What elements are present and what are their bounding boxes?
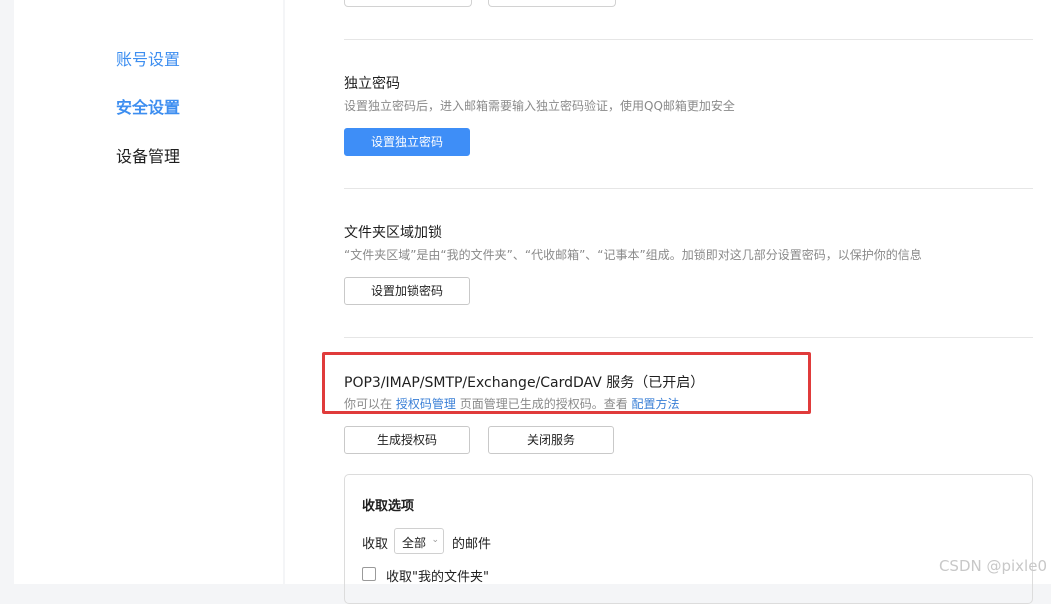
services-desc-prefix: 你可以在 bbox=[344, 397, 393, 411]
set-lock-password-button[interactable]: 设置加锁密码 bbox=[344, 277, 470, 305]
chevron-down-icon: ⌄ bbox=[431, 535, 439, 545]
services-desc-middle: 页面管理已生成的授权码。查看 bbox=[459, 397, 628, 411]
folder-lock-title: 文件夹区域加锁 bbox=[344, 225, 442, 241]
fetch-prefix: 收取 bbox=[362, 537, 389, 552]
auth-code-management-link[interactable]: 授权码管理 bbox=[396, 397, 456, 411]
set-independent-password-button[interactable]: 设置独立密码 bbox=[344, 128, 470, 156]
fetch-my-folders-checkbox[interactable] bbox=[362, 567, 376, 581]
sidebar-item-account-settings[interactable]: 账号设置 bbox=[116, 46, 180, 70]
fetch-options-panel: 收取选项 收取 全部 ⌄ 的邮件 收取"我的文件夹" bbox=[344, 474, 1033, 604]
fetch-range-value: 全部 bbox=[402, 536, 427, 550]
services-title: POP3/IMAP/SMTP/Exchange/CardDAV 服务（已开启） bbox=[344, 375, 705, 391]
divider bbox=[344, 188, 1033, 189]
main-content: 独立密码 设置独立密码后，进入邮箱需要输入独立密码验证，使用QQ邮箱更加安全 设… bbox=[285, 0, 1051, 604]
fetch-suffix: 的邮件 bbox=[452, 537, 492, 552]
fetch-my-folders-label: 收取"我的文件夹" bbox=[386, 570, 489, 585]
watermark: CSDN @pixle0 bbox=[938, 557, 1047, 575]
close-service-button[interactable]: 关闭服务 bbox=[488, 426, 614, 454]
sidebar-item-device-management[interactable]: 设备管理 bbox=[116, 143, 180, 167]
fetch-options-title: 收取选项 bbox=[362, 499, 415, 514]
divider bbox=[344, 337, 1033, 338]
sidebar: 账号设置 安全设置 设备管理 bbox=[14, 0, 283, 584]
services-description: 你可以在 授权码管理 页面管理已生成的授权码。查看 配置方法 bbox=[344, 395, 680, 412]
generate-auth-code-button[interactable]: 生成授权码 bbox=[344, 426, 470, 454]
independent-password-description: 设置独立密码后，进入邮箱需要输入独立密码验证，使用QQ邮箱更加安全 bbox=[344, 99, 735, 113]
independent-password-title: 独立密码 bbox=[344, 76, 400, 92]
previous-section-button-partial-2[interactable] bbox=[488, 0, 616, 7]
fetch-range-select[interactable]: 全部 ⌄ bbox=[394, 528, 444, 554]
configuration-method-link[interactable]: 配置方法 bbox=[632, 397, 680, 411]
sidebar-item-security-settings[interactable]: 安全设置 bbox=[116, 94, 180, 118]
previous-section-button-partial[interactable] bbox=[344, 0, 472, 7]
divider bbox=[344, 39, 1033, 40]
folder-lock-description: “文件夹区域”是由“我的文件夹”、“代收邮箱”、“记事本”组成。加锁即对这几部分… bbox=[344, 248, 922, 262]
